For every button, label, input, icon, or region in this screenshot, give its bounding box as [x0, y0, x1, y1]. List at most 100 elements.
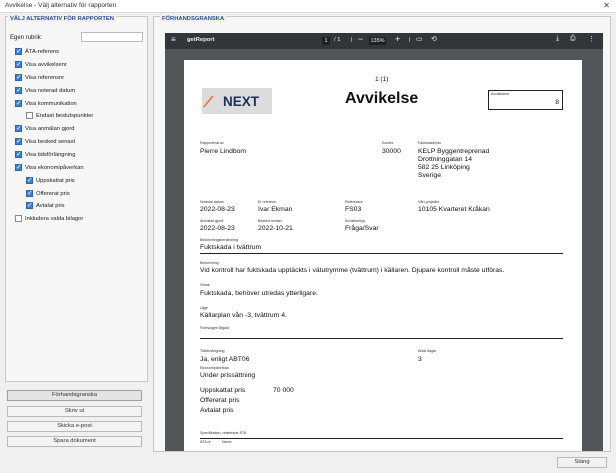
besked-senast-label: Besked senast	[258, 219, 282, 223]
ekonomipaverkan-value: Under prissättning	[200, 372, 256, 379]
option-checkbox[interactable]	[15, 215, 22, 222]
option-row[interactable]: Visa tidsförlängning	[15, 150, 76, 159]
zoom-level[interactable]: 135%	[369, 37, 386, 45]
section-divider	[200, 253, 563, 254]
orsak-label: Orsak	[200, 283, 210, 287]
beskrivning-label: Beskrivning	[200, 261, 219, 265]
option-label: Uppskattat pris	[36, 177, 75, 184]
kundnr-value: 30000	[382, 148, 401, 155]
foreslagen-atgard-label: Föreslagen åtgärd	[200, 326, 230, 330]
uppskattat-pris-value: 70 000	[273, 387, 294, 394]
option-label: Visa ekonomipåverkan	[25, 164, 84, 171]
anmalan-gjord-value: 2022-08-23	[200, 225, 235, 232]
noterad-datum-value: 2022-08-23	[200, 206, 235, 213]
option-row[interactable]: ÄTA-referens	[15, 47, 59, 56]
page-total: / 1	[334, 37, 341, 43]
custom-heading-input[interactable]	[81, 32, 143, 42]
specifikation-label: Specifikation, relaterade ÄTA	[200, 431, 247, 435]
logo-mark: ⁄	[207, 93, 210, 111]
benamning-value: Fuktskada i tvättrum	[200, 244, 262, 251]
close-button[interactable]: Stäng	[557, 457, 607, 468]
logo-word: NEXT	[223, 94, 260, 109]
zoom-in-icon[interactable]: +	[395, 34, 400, 44]
fakturaadress-line-2: Drottninggatan 14	[418, 156, 473, 163]
fakturaadress-line-1: KELP Byggentreprenad	[418, 148, 490, 155]
option-checkbox[interactable]	[15, 60, 22, 68]
tidsforlangning-label: Tidsförlängning	[200, 349, 225, 353]
option-checkbox[interactable]	[15, 124, 22, 132]
option-checkbox[interactable]	[15, 137, 22, 145]
option-label: Visa besked senast	[25, 138, 76, 145]
option-checkbox[interactable]	[15, 150, 22, 158]
close-icon[interactable]: ✕	[603, 1, 610, 10]
option-checkbox[interactable]	[15, 73, 22, 81]
option-checkbox[interactable]	[26, 189, 33, 197]
option-checkbox[interactable]	[15, 47, 22, 55]
lage-label: Läge	[200, 306, 208, 310]
referensnr-value: FS03	[345, 206, 362, 213]
option-checkbox[interactable]	[15, 99, 22, 107]
option-row[interactable]: Visa noterad datum	[15, 86, 75, 95]
lage-value: Källarplan vån -3, tvättrum 4.	[200, 312, 287, 319]
option-row[interactable]: Avtalat pris	[26, 201, 65, 210]
orsak-value: Fuktskada, behöver utredas ytterligare.	[200, 290, 318, 297]
fakturaadress-line-4: Sverige	[418, 172, 442, 179]
option-checkbox[interactable]	[15, 163, 22, 171]
pdf-toolbar: ≡ getReport 1 / 1 | − 135% + | ▭ ⟲ ⤓ ⎙ ⋮	[165, 33, 603, 49]
print-icon[interactable]: ⎙	[570, 35, 576, 43]
option-checkbox[interactable]	[26, 201, 33, 209]
avvikelsenr-value: 8	[555, 99, 559, 106]
fakturaadress-label: Fakturaadress	[418, 141, 441, 145]
pdf-filename: getReport	[187, 37, 215, 43]
options-panel-heading: VÄLJ ALTERNATIV FÖR RAPPORTEN	[8, 16, 116, 22]
fakturaadress-line-3: 582 25 Linköping	[418, 164, 470, 171]
tidsforlangning-value: Ja, enligt ABT06	[200, 356, 250, 363]
dialog-footer	[0, 455, 616, 473]
option-row[interactable]: Visa besked senast	[15, 137, 75, 146]
page-number-input[interactable]: 1	[322, 37, 330, 45]
option-row[interactable]: Visa anmälan gjord	[15, 124, 75, 133]
besked-senast-value: 2022-10-21	[258, 225, 293, 232]
option-checkbox[interactable]	[15, 86, 22, 94]
fit-page-icon[interactable]: ▭	[416, 35, 423, 43]
print-button[interactable]: Skriv ut	[7, 406, 142, 417]
window-titlebar: Avvikelse - Välj alternativ för rapporte…	[0, 0, 616, 13]
option-row[interactable]: Visa avvikelsenr	[15, 60, 67, 69]
noterad-datum-label: Noterad datum	[200, 200, 224, 204]
option-row[interactable]: Visa kommunikation	[15, 99, 77, 108]
option-row[interactable]: Offererat pris	[26, 189, 70, 198]
preview-button[interactable]: Förhandsgranska	[7, 390, 142, 401]
company-logo: ⁄ NEXT	[202, 88, 272, 114]
option-row[interactable]: Visa ekonomipåverkan	[15, 163, 84, 172]
download-icon[interactable]: ⤓	[556, 35, 559, 43]
rapporterat-av-value: Pierre Lindbom	[200, 148, 247, 155]
vart-projektnr-value: 10105 Kvarteret Kråkan	[418, 206, 490, 213]
option-label: Visa kommunikation	[25, 100, 77, 107]
option-checkbox[interactable]	[26, 112, 33, 119]
antal-dagar-label: Antal dagar	[418, 349, 437, 353]
rotate-icon[interactable]: ⟲	[431, 35, 437, 43]
antal-dagar-value: 3	[418, 356, 422, 363]
option-row[interactable]: Visa referensnr	[15, 73, 64, 82]
option-row[interactable]: Uppskattat pris	[26, 176, 75, 185]
option-label: Avtalat pris	[36, 202, 65, 209]
option-row[interactable]: Endast beslutspunkter	[26, 111, 93, 120]
benamning-label: Beskrivningsbenämning	[200, 238, 239, 242]
more-icon[interactable]: ⋮	[588, 35, 595, 43]
referensnr-label: Referensnr	[345, 200, 363, 204]
menu-icon[interactable]: ≡	[171, 35, 176, 44]
avvikelsetyp-value: Fråga/Svar	[345, 225, 379, 232]
er-referens-label: Er referens	[258, 200, 276, 204]
window-title: Avvikelse - Välj alternativ för rapporte…	[5, 2, 117, 9]
save-document-button[interactable]: Spara dokument	[7, 436, 142, 447]
option-checkbox[interactable]	[26, 176, 33, 184]
zoom-out-icon[interactable]: −	[358, 34, 363, 44]
option-label: Visa noterad datum	[25, 87, 76, 94]
report-title: Avvikelse	[345, 90, 419, 107]
options-panel	[5, 16, 148, 382]
report-page: 1 (1) ⁄ NEXT Avvikelse Avvikelsenr 8 Rap…	[184, 60, 582, 451]
email-button[interactable]: Skicka e-post	[7, 421, 142, 432]
option-row[interactable]: Inkludera valda bilagor	[15, 214, 83, 223]
avvikelsetyp-label: Avvikelsetyp	[345, 219, 365, 223]
avvikelsenr-label: Avvikelsenr	[491, 92, 510, 96]
